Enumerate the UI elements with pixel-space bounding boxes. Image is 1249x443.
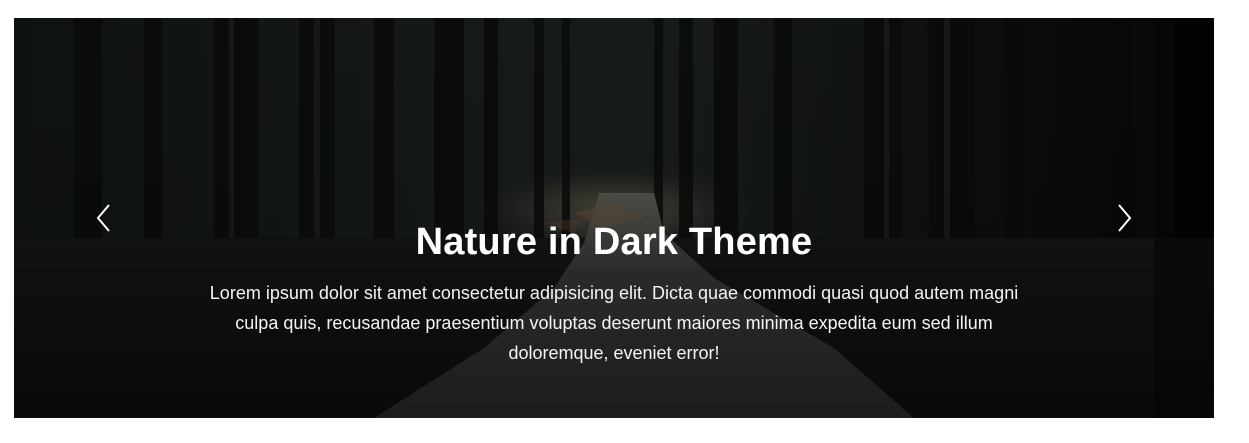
slide-description: Lorem ipsum dolor sit amet consectetur a… — [209, 283, 1019, 363]
image-carousel: Nature in Dark Theme Lorem ipsum dolor s… — [14, 18, 1214, 418]
slide-title: Nature in Dark Theme — [415, 221, 813, 263]
page: Nature in Dark Theme Lorem ipsum dolor s… — [0, 0, 1249, 443]
carousel-caption: Nature in Dark Theme Lorem ipsum dolor s… — [14, 218, 1214, 368]
